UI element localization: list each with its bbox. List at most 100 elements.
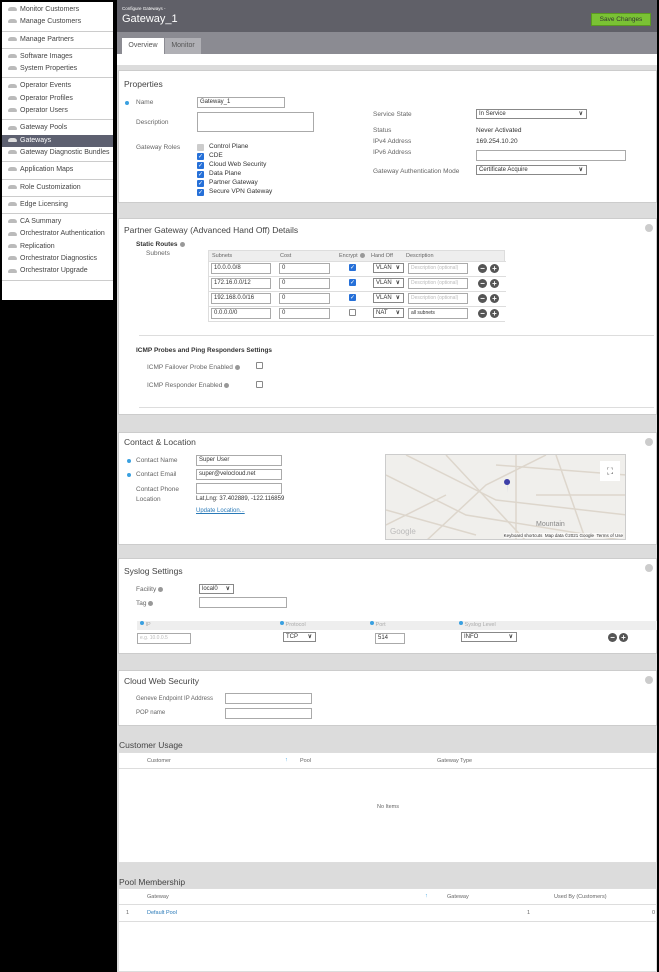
terms-link[interactable]: Terms of Use <box>596 533 623 538</box>
cost-input[interactable]: 0 <box>279 278 330 289</box>
close-icon[interactable] <box>645 438 653 446</box>
description-textarea[interactable] <box>197 112 314 132</box>
pop-name-input[interactable] <box>225 708 312 719</box>
name-input[interactable]: Gateway_1 <box>197 97 285 108</box>
add-route-button[interactable]: + <box>490 294 499 303</box>
fullscreen-icon[interactable]: ⛶ <box>600 461 620 481</box>
add-route-button[interactable]: + <box>490 264 499 273</box>
sidebar-item-operator-users[interactable]: Operator Users <box>2 105 113 117</box>
subnet-input[interactable]: 10.0.0.0/8 <box>211 263 271 274</box>
sidebar-item-edge-licensing[interactable]: Edge Licensing <box>2 199 113 211</box>
subnet-input[interactable]: 172.16.0.0/12 <box>211 278 271 289</box>
column-header-gateway-type[interactable]: Gateway Type <box>437 758 472 764</box>
remove-route-button[interactable]: − <box>478 294 487 303</box>
column-header-gateway[interactable]: Gateway <box>147 894 169 900</box>
description-input[interactable]: Description (optional) <box>408 263 468 274</box>
facility-select[interactable]: local0 <box>199 584 234 594</box>
role-checkbox[interactable] <box>197 162 204 169</box>
cost-input[interactable]: 0 <box>279 263 330 274</box>
sidebar-item-orchestrator-upgrade[interactable]: Orchestrator Upgrade <box>2 265 113 277</box>
info-icon[interactable] <box>179 241 185 247</box>
encrypt-checkbox[interactable] <box>349 294 356 301</box>
contact-email-input[interactable]: super@velocloud.net <box>196 469 282 480</box>
info-icon[interactable] <box>224 382 230 388</box>
handoff-select[interactable]: VLAN <box>373 278 404 288</box>
tab-monitor[interactable]: Monitor <box>165 38 201 54</box>
auth-mode-select[interactable]: Certificate Acquire <box>476 165 587 175</box>
sidebar-item-orchestrator-authentication[interactable]: Orchestrator Authentication <box>2 228 113 240</box>
update-location-link[interactable]: Update Location... <box>196 508 245 514</box>
role-checkbox[interactable] <box>197 189 204 196</box>
sidebar-item-role-customization[interactable]: Role Customization <box>2 182 113 194</box>
save-changes-button[interactable]: Save Changes <box>591 13 651 26</box>
tag-input[interactable] <box>199 597 287 608</box>
subnet-input[interactable]: 192.168.0.0/16 <box>211 293 271 304</box>
sidebar-item-orchestrator-diagnostics[interactable]: Orchestrator Diagnostics <box>2 253 113 265</box>
role-checkbox[interactable] <box>197 144 204 151</box>
contact-name-input[interactable]: Super User <box>196 455 282 466</box>
sidebar-item-gateway-pools[interactable]: Gateway Pools <box>2 122 113 134</box>
add-row-button[interactable]: + <box>619 633 628 642</box>
add-route-button[interactable]: + <box>490 309 499 318</box>
sidebar-item-gateway-diagnostic-bundles[interactable]: Gateway Diagnostic Bundles <box>2 147 113 159</box>
sidebar-item-system-properties[interactable]: System Properties <box>2 63 113 75</box>
sidebar-item-application-maps[interactable]: Application Maps <box>2 164 113 176</box>
close-icon[interactable] <box>645 224 653 232</box>
remove-row-button[interactable]: − <box>608 633 617 642</box>
encrypt-checkbox[interactable] <box>349 264 356 271</box>
column-header-pool[interactable]: Pool <box>300 758 311 764</box>
sidebar-item-operator-profiles[interactable]: Operator Profiles <box>2 93 113 105</box>
subnet-input[interactable]: 0.0.0.0/0 <box>211 308 271 319</box>
icmp-responder-checkbox[interactable] <box>256 381 263 388</box>
keyboard-shortcuts-link[interactable]: Keyboard shortcuts <box>504 533 543 538</box>
breadcrumb[interactable]: Configure Gateways - <box>122 6 166 11</box>
encrypt-checkbox[interactable] <box>349 279 356 286</box>
service-state-select[interactable]: In Service <box>476 109 587 119</box>
sidebar-item-manage-partners[interactable]: Manage Partners <box>2 34 113 46</box>
role-checkbox[interactable] <box>197 171 204 178</box>
column-header-gateway-count[interactable]: Gateway <box>447 894 469 900</box>
sidebar-item-gateways[interactable]: Gateways <box>2 134 113 147</box>
sidebar-item-monitor-customers[interactable]: Monitor Customers <box>2 4 113 16</box>
close-icon[interactable] <box>645 564 653 572</box>
handoff-select[interactable]: VLAN <box>373 293 404 303</box>
contact-phone-input[interactable] <box>196 483 282 494</box>
cost-input[interactable]: 0 <box>279 308 330 319</box>
ipv6-input[interactable] <box>476 150 626 161</box>
close-icon[interactable] <box>645 676 653 684</box>
description-input[interactable]: Description (optional) <box>408 293 468 304</box>
syslog-level-select[interactable]: INFO <box>461 632 517 642</box>
syslog-port-input[interactable]: 514 <box>375 633 405 644</box>
icmp-probe-checkbox[interactable] <box>256 362 263 369</box>
encrypt-checkbox[interactable] <box>349 309 356 316</box>
info-icon[interactable] <box>148 600 154 606</box>
sidebar-item-software-images[interactable]: Software Images <box>2 51 113 63</box>
tab-overview[interactable]: Overview <box>122 38 164 54</box>
sidebar-item-ca-summary[interactable]: CA Summary <box>2 216 113 228</box>
sort-ascending-icon[interactable]: ↑ <box>425 893 428 899</box>
role-checkbox[interactable] <box>197 153 204 160</box>
description-input[interactable]: all subnets <box>408 308 468 319</box>
remove-route-button[interactable]: − <box>478 264 487 273</box>
sidebar-item-manage-customers[interactable]: Manage Customers <box>2 16 113 28</box>
cost-input[interactable]: 0 <box>279 293 330 304</box>
sidebar-item-operator-events[interactable]: Operator Events <box>2 80 113 92</box>
syslog-protocol-select[interactable]: TCP <box>283 632 316 642</box>
geneve-input[interactable] <box>225 693 312 704</box>
location-map[interactable]: ⛶ Mountain Google Keyboard shortcuts Map… <box>385 454 626 540</box>
add-route-button[interactable]: + <box>490 279 499 288</box>
info-icon[interactable] <box>158 586 164 592</box>
pool-link[interactable]: Default Pool <box>147 910 177 916</box>
remove-route-button[interactable]: − <box>478 309 487 318</box>
description-input[interactable]: Description (optional) <box>408 278 468 289</box>
handoff-select[interactable]: NAT <box>373 308 404 318</box>
sort-ascending-icon[interactable]: ↑ <box>285 757 288 763</box>
sidebar-item-replication[interactable]: Replication <box>2 241 113 253</box>
role-checkbox[interactable] <box>197 180 204 187</box>
info-icon[interactable] <box>234 364 240 370</box>
column-header-used-by[interactable]: Used By (Customers) <box>554 894 607 900</box>
syslog-ip-input[interactable]: e.g. 10.0.0.5 <box>137 633 191 644</box>
column-header-customer[interactable]: Customer <box>147 758 171 764</box>
remove-route-button[interactable]: − <box>478 279 487 288</box>
info-icon[interactable] <box>359 253 365 259</box>
